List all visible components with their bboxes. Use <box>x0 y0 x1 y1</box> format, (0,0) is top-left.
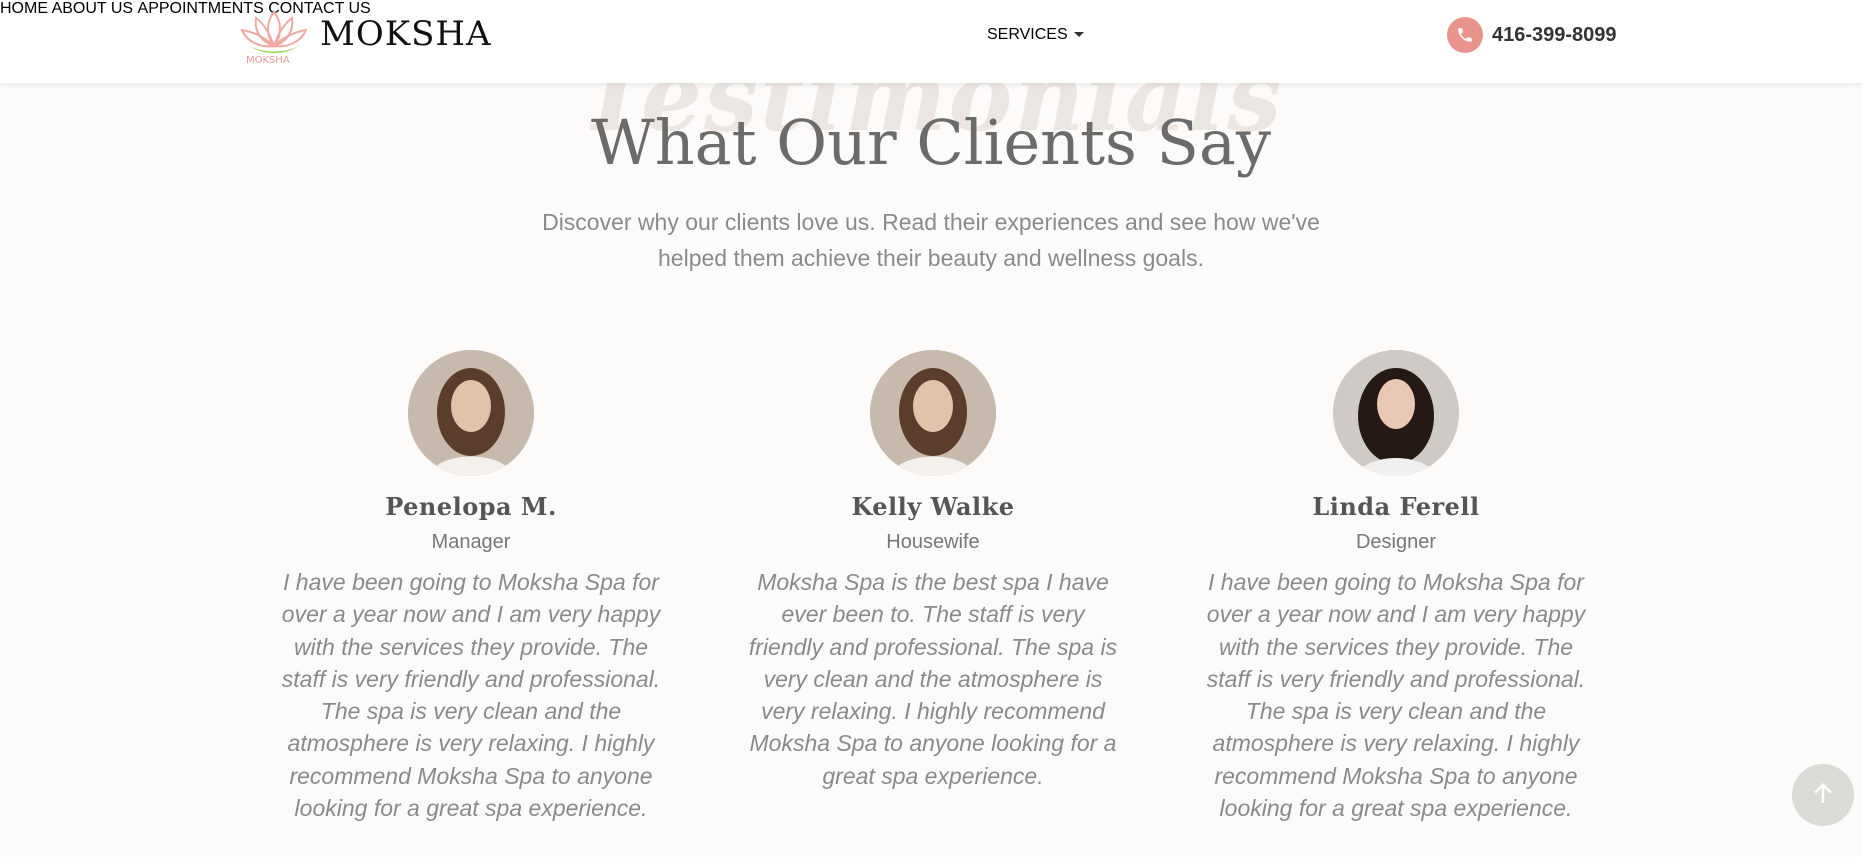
testimonial-card: Linda Ferell Designer I have been going … <box>1196 350 1596 824</box>
testimonial-role: Housewife <box>886 531 980 553</box>
phone-number[interactable]: 416-399-8099 <box>1492 24 1617 47</box>
nav-services-label[interactable]: SERVICES <box>987 26 1068 43</box>
nav-services[interactable]: SERVICES <box>987 26 1084 44</box>
testimonial-name: Linda Ferell <box>1312 492 1480 521</box>
section-title: What Our Clients Say <box>591 106 1271 179</box>
arrow-up-icon[interactable] <box>1808 778 1838 813</box>
avatar <box>870 350 996 476</box>
brand-wordmark[interactable]: MOKSHA <box>320 14 492 54</box>
nav-about-us[interactable]: ABOUT US <box>52 0 134 17</box>
nav-home[interactable]: HOME <box>0 0 48 17</box>
testimonial-quote: I have been going to Moksha Spa for over… <box>281 569 661 822</box>
avatar <box>408 350 534 476</box>
testimonial-quote: I have been going to Moksha Spa for over… <box>1206 569 1586 822</box>
scroll-to-top-button[interactable] <box>1792 764 1854 826</box>
testimonial-card: Penelopa M. Manager I have been going to… <box>271 350 671 824</box>
testimonial-name: Penelopa M. <box>385 492 557 521</box>
testimonial-role: Designer <box>1355 531 1437 553</box>
site-header: MOKSHA MOKSHA HOME ABOUT US SERVICES APP… <box>0 0 1862 83</box>
phone-icon[interactable] <box>1447 17 1483 53</box>
logo-caption: MOKSHA <box>246 55 290 66</box>
section-subtitle: Discover why our clients love us. Read t… <box>542 209 1320 271</box>
testimonial-card: Kelly Walke Housewife Moksha Spa is the … <box>733 350 1133 792</box>
testimonial-role: Manager <box>431 531 511 553</box>
avatar <box>1333 350 1459 476</box>
testimonial-name: Kelly Walke <box>851 492 1015 521</box>
testimonial-quote: Moksha Spa is the best spa I have ever b… <box>748 569 1118 789</box>
chevron-down-icon[interactable] <box>1073 32 1084 38</box>
